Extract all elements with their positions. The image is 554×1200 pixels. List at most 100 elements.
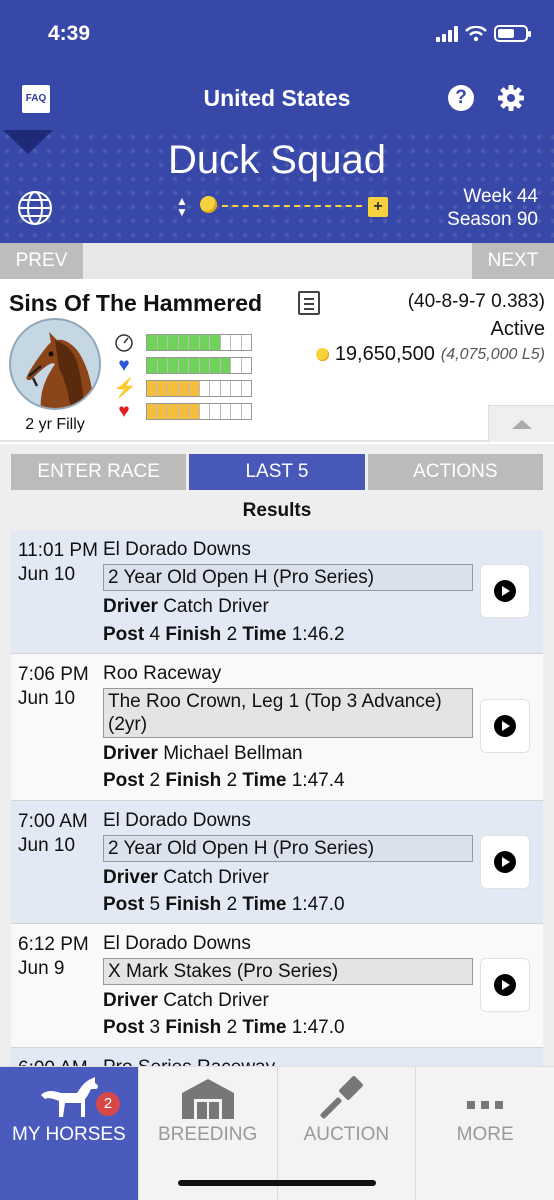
- horse-name: Sins Of The Hammered: [9, 290, 263, 316]
- race-time: 11:01 PM Jun 10: [18, 540, 98, 585]
- race-row: 6:00 AM Pro Series Raceway: [11, 1048, 543, 1066]
- week-label: Week 44: [463, 186, 538, 207]
- replay-button[interactable]: [480, 958, 530, 1012]
- stat-bar-stamina: [146, 357, 252, 374]
- play-icon: [494, 974, 516, 996]
- stat-segment: [231, 358, 242, 373]
- coin-progress-line: [222, 205, 362, 207]
- more-icon: [467, 1101, 504, 1109]
- gavel-icon: [320, 1076, 364, 1119]
- race-time: 6:00 AM: [18, 1057, 104, 1066]
- gear-icon[interactable]: [496, 83, 526, 113]
- race-name: 2 Year Old Open H (Pro Series): [103, 835, 473, 862]
- stat-segment: [231, 404, 242, 419]
- results-heading: Results: [242, 500, 312, 521]
- horse-card: Sins Of The Hammered (40-8-9-7 0.383) Ac…: [0, 282, 554, 442]
- horse-head-icon: [26, 332, 95, 408]
- help-icon[interactable]: ?: [448, 85, 474, 111]
- horse-icon: [40, 1077, 98, 1117]
- stat-segment: [189, 404, 200, 419]
- tab-last-5[interactable]: LAST 5: [189, 454, 365, 490]
- play-icon: [494, 851, 516, 873]
- coin-icon: [200, 196, 217, 213]
- replay-button[interactable]: [480, 699, 530, 753]
- tab-my-horses[interactable]: 2 MY HORSES: [0, 1067, 139, 1200]
- stat-segment: [221, 404, 231, 419]
- stat-segment: [200, 404, 210, 419]
- add-coins-button[interactable]: +: [368, 197, 388, 217]
- results-section: ENTER RACE LAST 5 ACTIONS Results 11:01 …: [0, 444, 554, 1066]
- heart-icon: ♥: [118, 401, 130, 422]
- header: 4:39 FAQ United States ? Duck Squad ▲ ▼ …: [0, 0, 554, 243]
- stat-segment: [157, 358, 168, 373]
- speedometer-icon: [113, 332, 135, 354]
- heart-rate-icon: ♥: [118, 355, 130, 376]
- notification-badge: 2: [96, 1092, 120, 1116]
- stat-segment: [221, 335, 231, 350]
- race-row: 11:01 PM Jun 10 El Dorado Downs 2 Year O…: [11, 530, 543, 654]
- stat-segment: [157, 404, 168, 419]
- race-driver: Driver Catch Driver: [103, 596, 269, 617]
- race-time: 7:06 PM Jun 10: [18, 664, 89, 709]
- week-season: Week 44 Season 90: [447, 185, 538, 231]
- stat-segment: [168, 381, 179, 396]
- team-name: Duck Squad: [168, 138, 386, 182]
- horse-avatar[interactable]: [9, 318, 101, 410]
- prev-button[interactable]: PREV: [0, 243, 83, 279]
- stat-bar-energy: [146, 380, 252, 397]
- stat-segment: [189, 381, 200, 396]
- replay-button[interactable]: [480, 564, 530, 618]
- stat-segment: [168, 358, 179, 373]
- race-name: 2 Year Old Open H (Pro Series): [103, 564, 473, 591]
- stat-segment: [231, 381, 242, 396]
- collapse-button[interactable]: [488, 405, 554, 442]
- race-result: Post 5 Finish 2 Time 1:47.0: [103, 894, 345, 915]
- wifi-icon: [465, 25, 487, 41]
- tab-actions[interactable]: ACTIONS: [367, 454, 543, 490]
- stat-segment: [231, 335, 242, 350]
- stat-segment: [210, 381, 221, 396]
- tab-enter-race[interactable]: ENTER RACE: [11, 454, 187, 490]
- play-icon: [494, 715, 516, 737]
- replay-button[interactable]: [480, 835, 530, 889]
- signal-icon: [436, 25, 458, 42]
- race-track: El Dorado Downs: [103, 933, 251, 954]
- lightning-icon: ⚡: [113, 378, 137, 399]
- stat-segment: [147, 404, 158, 419]
- stat-segment: [210, 335, 221, 350]
- globe-icon[interactable]: [16, 189, 54, 227]
- sort-arrows-icon[interactable]: ▲ ▼: [176, 195, 188, 218]
- race-track: Pro Series Raceway: [103, 1057, 275, 1066]
- barn-icon: [181, 1079, 234, 1119]
- horse-record: (40-8-9-7 0.383): [407, 291, 545, 312]
- home-indicator[interactable]: [178, 1180, 376, 1186]
- stat-segment: [178, 381, 189, 396]
- tab-label: MORE: [456, 1124, 514, 1145]
- race-track: Roo Raceway: [103, 663, 222, 684]
- stat-segment: [157, 335, 168, 350]
- tab-more[interactable]: MORE: [416, 1067, 554, 1200]
- stat-segment: [147, 358, 158, 373]
- notes-icon[interactable]: [298, 291, 320, 315]
- stat-segment: [189, 358, 200, 373]
- race-result: Post 2 Finish 2 Time 1:47.4: [103, 770, 345, 791]
- stat-segment: [220, 358, 231, 373]
- earnings-value: 19,650,500: [334, 343, 435, 365]
- battery-icon: [494, 25, 531, 42]
- pager-bar: PREV NEXT: [0, 243, 554, 279]
- stat-segment: [189, 335, 200, 350]
- stat-segment: [242, 358, 252, 373]
- tabs: ENTER RACE LAST 5 ACTIONS: [11, 454, 543, 490]
- race-driver: Driver Catch Driver: [103, 990, 269, 1011]
- next-button[interactable]: NEXT: [472, 243, 554, 279]
- race-time: 7:00 AM Jun 10: [18, 811, 88, 856]
- stat-bar-speed: [146, 334, 252, 351]
- stat-segment: [199, 358, 210, 373]
- horse-age: 2 yr Filly: [25, 416, 85, 433]
- horse-status: Active: [490, 318, 545, 340]
- play-icon: [494, 580, 516, 602]
- earnings-last5: (4,075,000 L5): [440, 345, 545, 363]
- race-result: Post 4 Finish 2 Time 1:46.2: [103, 624, 345, 645]
- chevron-up-icon: [512, 420, 532, 429]
- race-row: 7:06 PM Jun 10 Roo Raceway The Roo Crown…: [11, 654, 543, 801]
